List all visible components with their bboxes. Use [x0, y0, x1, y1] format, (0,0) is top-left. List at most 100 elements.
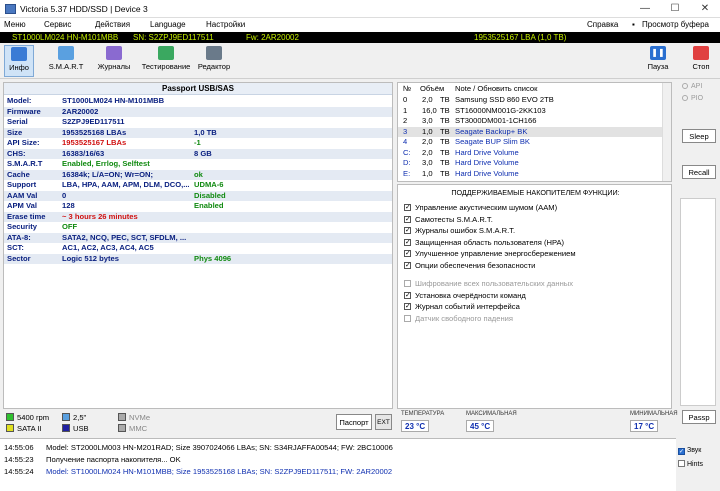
passport-field-extra: -1 [194, 138, 201, 147]
menu-bar: Меню Сервис Действия Language Настройки … [0, 18, 720, 32]
app-icon [5, 4, 16, 14]
menu-item-actions[interactable]: Действия [95, 20, 130, 29]
device-firmware: Fw: 2AR20002 [246, 33, 299, 42]
checkbox-icon[interactable]: ✓ [404, 261, 411, 269]
drive-number: 3 [403, 126, 408, 136]
drive-row[interactable]: 3 1,0 TB Seagate Backup+ BK [398, 126, 662, 137]
drive-row[interactable]: 4 2,0 TB Seagate BUP Slim BK [398, 137, 662, 148]
passport-field-value: 128 [62, 201, 75, 210]
drive-volume: 1,0 [422, 168, 433, 178]
tab-testing[interactable]: Тестирование [140, 45, 192, 77]
title-bar: Victoria 5.37 HDD/SSD | Device 3 — ☐ ✕ [0, 0, 720, 18]
drive-row[interactable]: D: 3,0 TB Hard Drive Volume [398, 158, 662, 169]
drive-number: C: [403, 147, 411, 157]
checkbox-icon[interactable] [404, 280, 411, 287]
passport-field-extra: 8 GB [194, 148, 212, 158]
drive-row[interactable]: C: 2,0 TB Hard Drive Volume [398, 148, 662, 159]
checkbox-icon[interactable]: ✓ [404, 303, 411, 310]
checkmark-icon: ✓ [678, 448, 685, 455]
feature-label: Управление акустическим шумом (AAM) [415, 203, 558, 212]
passport-row: AAM Val 0 Disabled [4, 190, 392, 201]
drive-unit: TB [440, 168, 450, 178]
gray-square-icon [118, 413, 126, 421]
passport-field-label: Sector [7, 253, 31, 263]
passport-field-value: ~ 3 hours 26 minutes [62, 211, 138, 221]
tab-smart-label: S.M.A.R.T [48, 62, 84, 71]
pio-radio[interactable]: PIO [682, 95, 703, 102]
sound-checkbox[interactable]: ✓ Звук [678, 447, 718, 455]
passport-field-label: SCT: [7, 243, 24, 252]
passport-field-value: AC1, AC2, AC3, AC4, AC5 [62, 243, 154, 252]
min-temperature-box: МИНИМАЛЬНАЯ 17 °C [626, 410, 678, 434]
buffer-view-icon[interactable]: ▪ [632, 20, 635, 29]
close-icon[interactable]: ✕ [690, 0, 720, 18]
drive-number: 2 [403, 116, 408, 125]
checkbox-icon[interactable]: ✓ [404, 238, 411, 246]
drive-list-scrollbar[interactable] [662, 83, 671, 181]
legend-nvme-label: NVMe [129, 413, 151, 422]
passport-row: Sector Logic 512 bytes Phys 4096 [4, 253, 392, 264]
checkbox-icon[interactable]: ✓ [404, 291, 411, 299]
log-time: 14:55:23 [4, 455, 34, 464]
menu-item-menu[interactable]: Меню [4, 20, 26, 29]
checkbox-icon[interactable]: ✓ [404, 227, 411, 234]
drive-unit: TB [440, 105, 450, 115]
col-note-refresh[interactable]: Note / Обновить список [455, 84, 537, 95]
menu-item-service[interactable]: Сервис [44, 20, 71, 29]
col-volume[interactable]: Объём [420, 84, 444, 95]
passport-field-label: Cache [7, 169, 30, 179]
drive-list: № Объём Note / Обновить список 0 2,0 TB Sam… [397, 82, 672, 182]
api-radio[interactable]: API [682, 83, 702, 90]
passport-field-extra: UDMA-6 [194, 180, 224, 189]
drive-row[interactable]: 2 3,0 TB ST3000DM001-1CH166 [398, 116, 662, 127]
passport-row: Firmware 2AR20002 [4, 106, 392, 117]
testing-icon [158, 46, 174, 60]
drive-row[interactable]: 0 2,0 TB Samsung SSD 860 EVO 2TB [398, 95, 662, 106]
temperature-box: ТЕМПЕРАТУРА 23 °C [397, 410, 467, 434]
tab-editor[interactable]: Редактор [197, 45, 231, 77]
drive-unit: TB [440, 116, 450, 125]
pause-button[interactable]: ❚❚ Пауза [645, 45, 671, 77]
checkbox-icon[interactable]: ✓ [404, 215, 411, 223]
passport-field-value: Enabled, Errlog, Selftest [62, 159, 150, 168]
menu-item-settings[interactable]: Настройки [206, 20, 245, 29]
ext-button[interactable]: EXT [375, 414, 392, 430]
menu-item-help[interactable]: Справка [587, 20, 618, 29]
checkbox-icon[interactable]: ✓ [404, 250, 411, 257]
tab-info[interactable]: Инфо [4, 45, 34, 77]
stop-button[interactable]: Стоп [688, 45, 714, 77]
menu-item-language[interactable]: Language [150, 20, 186, 29]
tab-journals[interactable]: Журналы [96, 45, 132, 77]
drive-list-header: № Объём Note / Обновить список [398, 84, 662, 95]
legend-mmc: MMC [118, 424, 147, 433]
smart-icon [58, 46, 74, 60]
drive-name: Hard Drive Volume [455, 168, 519, 178]
checkbox-icon[interactable] [404, 314, 411, 322]
checkbox-icon[interactable]: ✓ [404, 204, 411, 211]
maximize-icon[interactable]: ☐ [660, 0, 690, 18]
recall-button[interactable]: Recall [682, 165, 716, 179]
feature-label: Журнал событий интерфейса [415, 302, 520, 311]
feature-label: Датчик свободного падения [415, 313, 514, 323]
log-panel[interactable]: 14:55:06 Model: ST2000LM003 HN-M201RAD; S… [0, 438, 676, 491]
tab-smart[interactable]: S.M.A.R.T [44, 45, 88, 77]
menu-item-buffer-view[interactable]: Просмотр буфера [642, 20, 709, 29]
drive-volume: 2,0 [422, 147, 433, 157]
tab-editor-label: Редактор [197, 62, 231, 71]
navy-square-icon [62, 424, 70, 432]
sleep-button[interactable]: Sleep [682, 129, 716, 143]
tab-testing-label: Тестирование [141, 62, 191, 71]
editor-icon [206, 46, 222, 60]
features-header: ПОДДЕРЖИВАЕМЫЕ НАКОПИТЕЛЕМ ФУНКЦИИ: [451, 188, 620, 197]
minimize-icon[interactable]: — [630, 0, 660, 18]
drive-row[interactable]: 1 16,0 TB ST16000NM001G-2KK103 [398, 106, 662, 117]
drive-row[interactable]: E: 1,0 TB Hard Drive Volume [398, 169, 662, 180]
hints-label: Hints [687, 461, 703, 468]
drive-volume: 2,0 [422, 137, 433, 146]
passport-row: Size 1953525168 LBAs 1,0 TB [4, 127, 392, 138]
hints-checkbox[interactable]: Hints [678, 460, 718, 468]
passport-button[interactable]: Паспорт [336, 414, 372, 430]
device-info-bar: ST1000LM024 HN-M101MBB SN: S2ZPJ9ED11751… [0, 32, 720, 43]
passport-field-label: Firmware [7, 106, 41, 116]
passp-button[interactable]: Passp [682, 410, 716, 424]
